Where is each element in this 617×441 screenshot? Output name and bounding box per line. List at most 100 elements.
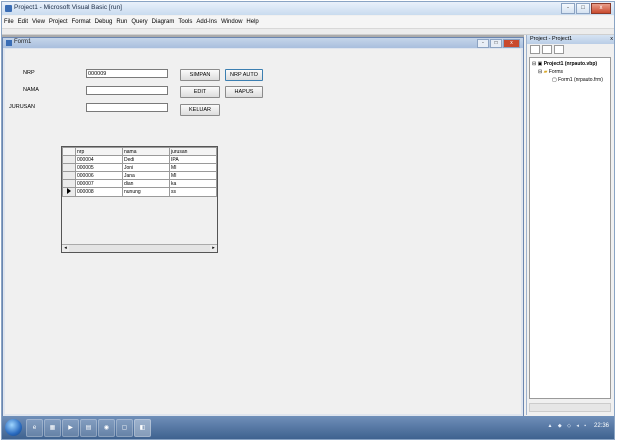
form1-label: Form1 (nrpauto.frm) — [558, 77, 603, 83]
grid-header-jurusan[interactable]: jurusan — [169, 147, 217, 156]
tree-node-form1[interactable]: ▢ Form1 (nrpauto.frm) — [552, 77, 603, 83]
grid-cell-nama[interactable]: Dedi — [122, 155, 170, 164]
menu-debug[interactable]: Debug — [93, 19, 115, 25]
collapse-icon[interactable]: ⊟ — [532, 61, 536, 67]
menu-window[interactable]: Window — [219, 19, 244, 25]
project-tree-scrollbar[interactable] — [529, 403, 611, 412]
taskbar-clock[interactable]: 22:36 — [594, 423, 609, 429]
table-row[interactable]: 000007 dian ka — [62, 179, 217, 188]
window-title: Project1 - Microsoft Visual Basic [run] — [14, 4, 122, 11]
table-row[interactable]: 000004 Dedi IPA — [62, 155, 217, 164]
menu-format[interactable]: Format — [70, 19, 93, 25]
form-file-icon: ▢ — [552, 77, 557, 83]
grid-horizontal-scrollbar[interactable]: ◂ ▸ — [62, 244, 217, 252]
keluar-button[interactable]: KELUAR — [180, 104, 220, 116]
explorer-taskbar-icon[interactable]: ▦ — [44, 419, 61, 437]
table-row[interactable]: 000005 Joni MI — [62, 163, 217, 172]
grid-cell-jurusan[interactable]: MI — [169, 163, 217, 172]
panel-close-icon[interactable]: x — [610, 35, 613, 44]
form-window-controls: - □ x — [477, 39, 520, 48]
form-maximize-button[interactable]: □ — [490, 39, 502, 48]
row-selector[interactable] — [62, 171, 76, 180]
grid-cell-nama[interactable]: nunung — [122, 187, 170, 197]
menu-project[interactable]: Project — [47, 19, 70, 25]
maximize-button[interactable]: □ — [576, 3, 590, 14]
current-row-indicator-icon[interactable] — [62, 187, 76, 197]
project-tree[interactable]: ⊟ ▣ Project1 (nrpauto.vbp) ⊟ ▰ Forms ▢ F… — [529, 57, 611, 399]
grid-table: nrp nama jurusan 000004 Dedi IPA 000005 … — [62, 147, 217, 197]
menu-add-ins[interactable]: Add-Ins — [194, 19, 219, 25]
nrp-input[interactable]: 000009 — [86, 69, 168, 78]
form-body: NRP NAMA JURUSAN 000009 SIMPAN NRP AUTO … — [5, 49, 521, 414]
firefox-taskbar-icon[interactable]: ◉ — [98, 419, 115, 437]
nrp-label: NRP — [23, 70, 35, 76]
hapus-button[interactable]: HAPUS — [225, 86, 263, 98]
grid-cell-nama[interactable]: dian — [122, 179, 170, 188]
grid-cell-nrp[interactable]: 000006 — [75, 171, 123, 180]
grid-cell-jurusan[interactable]: ss — [169, 187, 217, 197]
grid-cell-nama[interactable]: Joni — [122, 163, 170, 172]
grid-cell-jurusan[interactable]: MI — [169, 171, 217, 180]
nrp-auto-button[interactable]: NRP AUTO — [225, 69, 263, 81]
system-tray-icons[interactable]: ▲ ◆ ◇ ◂ ▪ — [548, 423, 588, 429]
project-icon: ▣ — [537, 61, 543, 67]
grid-header-nama[interactable]: nama — [122, 147, 170, 156]
window-taskbar-icon[interactable]: ▢ — [116, 419, 133, 437]
table-row[interactable]: 000006 Jana MI — [62, 171, 217, 180]
start-button[interactable] — [5, 419, 22, 436]
menu-tools[interactable]: Tools — [176, 19, 194, 25]
menu-query[interactable]: Query — [129, 19, 149, 25]
project-explorer-toolbar — [527, 44, 614, 54]
grid-cell-nama[interactable]: Jana — [122, 171, 170, 180]
tree-node-forms[interactable]: ⊟ ▰ Forms — [538, 69, 563, 75]
edit-button[interactable]: EDIT — [180, 86, 220, 98]
row-selector[interactable] — [62, 155, 76, 164]
row-selector[interactable] — [62, 179, 76, 188]
toggle-folders-icon[interactable] — [554, 45, 564, 54]
menu-view[interactable]: View — [30, 19, 47, 25]
scroll-right-icon[interactable]: ▸ — [210, 245, 217, 252]
table-row[interactable]: 000008 nunung ss — [62, 187, 217, 197]
data-grid[interactable]: nrp nama jurusan 000004 Dedi IPA 000005 … — [61, 146, 218, 253]
project-explorer-panel: Project - Project1 x ⊟ ▣ Project1 (nrpau… — [526, 35, 614, 415]
mdi-area: Form1 - □ x NRP NAMA JURUSAN 000009 SIMP… — [2, 35, 524, 417]
grid-cell-nrp[interactable]: 000004 — [75, 155, 123, 164]
menu-edit[interactable]: Edit — [16, 19, 30, 25]
menu-help[interactable]: Help — [244, 19, 260, 25]
form1-window: Form1 - □ x NRP NAMA JURUSAN 000009 SIMP… — [2, 37, 524, 417]
title-bar: Project1 - Microsoft Visual Basic [run] … — [2, 2, 614, 15]
grid-cell-jurusan[interactable]: ka — [169, 179, 217, 188]
vb6-taskbar-icon[interactable]: ◧ — [134, 419, 151, 437]
grid-header-nrp[interactable]: nrp — [75, 147, 123, 156]
jurusan-input[interactable] — [86, 103, 168, 112]
scroll-left-icon[interactable]: ◂ — [62, 245, 69, 252]
view-code-icon[interactable] — [530, 45, 540, 54]
windows-taskbar: e ▦ ▶ ▤ ◉ ▢ ◧ ▲ ◆ ◇ ◂ ▪ 22:36 — [2, 416, 614, 439]
form-icon — [6, 40, 12, 46]
ie-taskbar-icon[interactable]: e — [26, 419, 43, 437]
nama-input[interactable] — [86, 86, 168, 95]
project-explorer-title-text: Project - Project1 — [530, 36, 573, 42]
tree-node-project[interactable]: ⊟ ▣ Project1 (nrpauto.vbp) — [532, 61, 597, 67]
menu-file[interactable]: File — [2, 19, 16, 25]
row-selector[interactable] — [62, 163, 76, 172]
app-taskbar-icon[interactable]: ▤ — [80, 419, 97, 437]
media-player-taskbar-icon[interactable]: ▶ — [62, 419, 79, 437]
form-close-button[interactable]: x — [503, 39, 520, 48]
simpan-button[interactable]: SIMPAN — [180, 69, 220, 81]
grid-cell-nrp[interactable]: 000005 — [75, 163, 123, 172]
grid-cell-jurusan[interactable]: IPA — [169, 155, 217, 164]
forms-folder-label: Forms — [548, 69, 564, 75]
folder-icon: ▰ — [543, 69, 548, 75]
minimize-button[interactable]: - — [561, 3, 575, 14]
grid-cell-nrp[interactable]: 000008 — [75, 187, 123, 197]
menu-diagram[interactable]: Diagram — [150, 19, 177, 25]
project-name: Project1 (nrpauto.vbp) — [543, 61, 598, 67]
collapse-icon[interactable]: ⊟ — [538, 69, 542, 75]
close-button[interactable]: x — [591, 3, 611, 14]
form-title-bar: Form1 - □ x — [3, 38, 523, 48]
grid-cell-nrp[interactable]: 000007 — [75, 179, 123, 188]
menu-run[interactable]: Run — [114, 19, 129, 25]
view-object-icon[interactable] — [542, 45, 552, 54]
form-minimize-button[interactable]: - — [477, 39, 489, 48]
